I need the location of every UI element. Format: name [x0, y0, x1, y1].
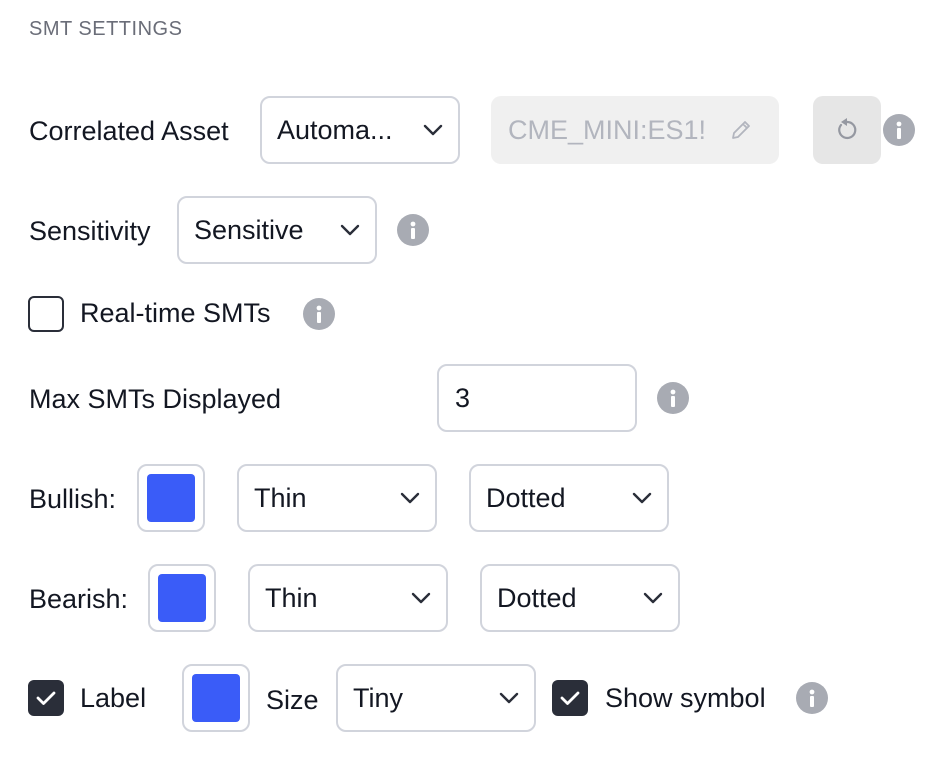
- sensitivity-value: Sensitive: [194, 214, 304, 245]
- show-symbol-label: Show symbol: [605, 683, 766, 713]
- correlated-symbol-field: CME_MINI:ES1!: [491, 96, 779, 164]
- bullish-label: Bullish:: [29, 484, 117, 514]
- label-checkbox-label: Label: [80, 683, 147, 713]
- info-icon[interactable]: [303, 298, 335, 330]
- label-size-value: Tiny: [353, 682, 404, 713]
- label-checkbox[interactable]: [28, 680, 64, 716]
- chevron-down-icon: [399, 487, 421, 509]
- sensitivity-select[interactable]: Sensitive: [177, 196, 377, 264]
- bearish-width-value: Thin: [265, 582, 318, 613]
- section-title: SMT SETTINGS: [29, 18, 183, 40]
- chevron-down-icon: [410, 587, 432, 609]
- show-symbol-checkbox[interactable]: [552, 680, 588, 716]
- label-color-swatch: [192, 674, 240, 722]
- bullish-width-select[interactable]: Thin: [237, 464, 437, 532]
- bearish-color-picker[interactable]: [148, 564, 216, 632]
- correlated-asset-mode-value: Automa...: [277, 114, 393, 145]
- info-icon[interactable]: [397, 214, 429, 246]
- bullish-color-picker[interactable]: [137, 464, 205, 532]
- reset-icon: [833, 116, 861, 144]
- max-smts-value: 3: [455, 382, 471, 413]
- bullish-width-value: Thin: [254, 482, 307, 513]
- checkmark-icon: [560, 690, 580, 706]
- bullish-style-value: Dotted: [486, 482, 566, 513]
- bullish-color-swatch: [147, 474, 195, 522]
- max-smts-label: Max SMTs Displayed: [29, 384, 282, 414]
- sensitivity-label: Sensitivity: [29, 216, 151, 246]
- size-label: Size: [266, 685, 319, 715]
- realtime-smts-label: Real-time SMTs: [80, 298, 271, 328]
- chevron-down-icon: [642, 587, 664, 609]
- chevron-down-icon: [339, 219, 361, 241]
- chevron-down-icon: [631, 487, 653, 509]
- label-color-picker[interactable]: [182, 664, 250, 732]
- bearish-style-select[interactable]: Dotted: [480, 564, 680, 632]
- info-icon[interactable]: [883, 114, 915, 146]
- info-icon[interactable]: [657, 382, 689, 414]
- label-size-select[interactable]: Tiny: [336, 664, 536, 732]
- bearish-width-select[interactable]: Thin: [248, 564, 448, 632]
- pencil-icon[interactable]: [728, 117, 754, 143]
- info-icon[interactable]: [796, 682, 828, 714]
- correlated-asset-mode-select[interactable]: Automa...: [260, 96, 460, 164]
- chevron-down-icon: [422, 119, 444, 141]
- max-smts-input[interactable]: 3: [437, 364, 637, 432]
- checkmark-icon: [36, 690, 56, 706]
- chevron-down-icon: [498, 687, 520, 709]
- correlated-asset-label: Correlated Asset: [29, 116, 229, 146]
- realtime-smts-checkbox[interactable]: [28, 296, 64, 332]
- bearish-color-swatch: [158, 574, 206, 622]
- reset-correlated-asset-button[interactable]: [813, 96, 881, 164]
- correlated-symbol-value: CME_MINI:ES1!: [508, 114, 707, 145]
- bearish-style-value: Dotted: [497, 582, 577, 613]
- bullish-style-select[interactable]: Dotted: [469, 464, 669, 532]
- bearish-label: Bearish:: [29, 584, 129, 614]
